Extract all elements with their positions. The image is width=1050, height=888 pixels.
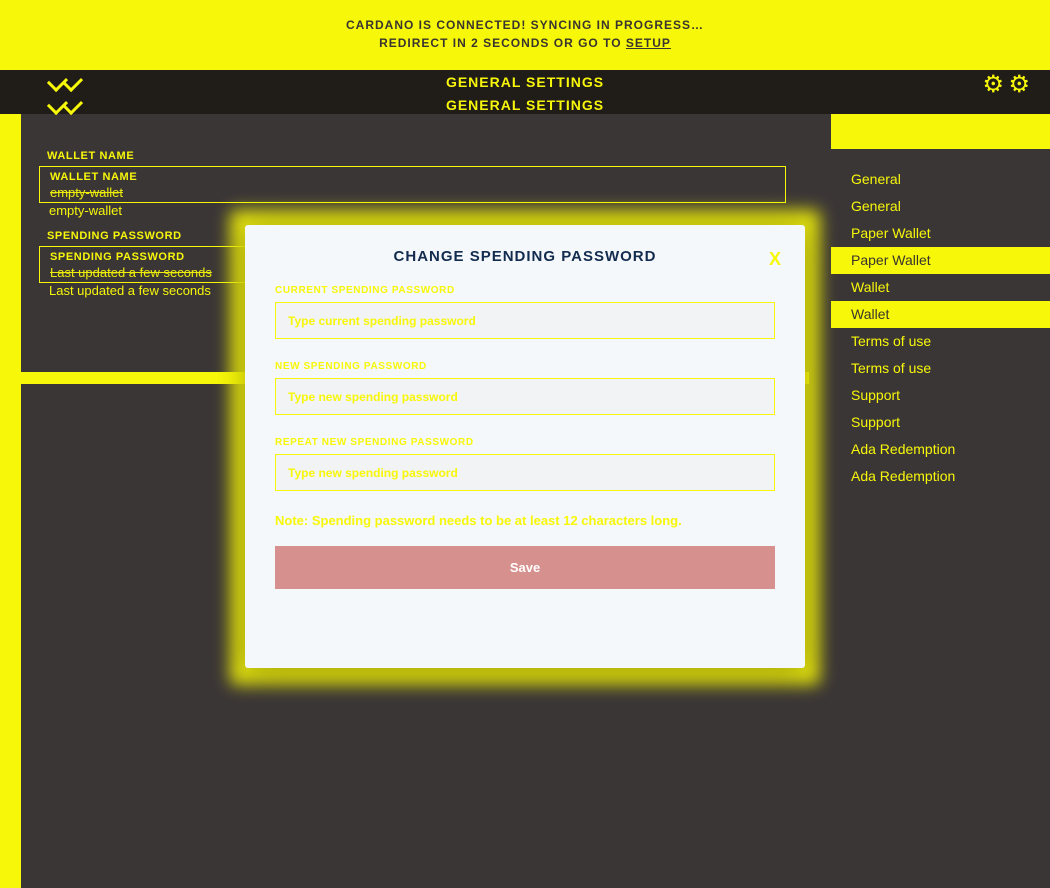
save-button[interactable]: Save <box>275 546 775 589</box>
current-password-label: CURRENT SPENDING PASSWORD <box>275 285 775 296</box>
nav-item[interactable]: Ada Redemption <box>831 463 1050 490</box>
nav-item[interactable]: Support <box>831 409 1050 436</box>
password-note: Note: Spending password needs to be at l… <box>275 513 775 528</box>
current-password-input[interactable] <box>275 302 775 339</box>
nav-item[interactable]: Wallet <box>831 274 1050 301</box>
nav-item[interactable]: Terms of use <box>831 328 1050 355</box>
nav-item[interactable]: Paper Wallet <box>831 220 1050 247</box>
nav-item[interactable]: Terms of use <box>831 355 1050 382</box>
repeat-password-input[interactable] <box>275 454 775 491</box>
nav-item[interactable]: Paper Wallet <box>831 247 1050 274</box>
nav-item[interactable]: General <box>831 193 1050 220</box>
nav-item[interactable]: Wallet <box>831 301 1050 328</box>
new-password-field: NEW SPENDING PASSWORD <box>275 361 775 415</box>
modal-title: CHANGE SPENDING PASSWORD <box>245 248 805 265</box>
repeat-password-label: REPEAT NEW SPENDING PASSWORD <box>275 437 775 448</box>
nav-item[interactable]: Support <box>831 382 1050 409</box>
repeat-password-field: REPEAT NEW SPENDING PASSWORD <box>275 437 775 491</box>
current-password-field: CURRENT SPENDING PASSWORD <box>275 285 775 339</box>
modal-form: CURRENT SPENDING PASSWORD NEW SPENDING P… <box>245 285 805 589</box>
nav-item[interactable]: Ada Redemption <box>831 436 1050 463</box>
new-password-input[interactable] <box>275 378 775 415</box>
new-password-label: NEW SPENDING PASSWORD <box>275 361 775 372</box>
nav-item[interactable]: General <box>831 166 1050 193</box>
change-password-modal: X CHANGE SPENDING PASSWORD CURRENT SPEND… <box>245 225 805 668</box>
close-icon[interactable]: X <box>763 247 787 271</box>
